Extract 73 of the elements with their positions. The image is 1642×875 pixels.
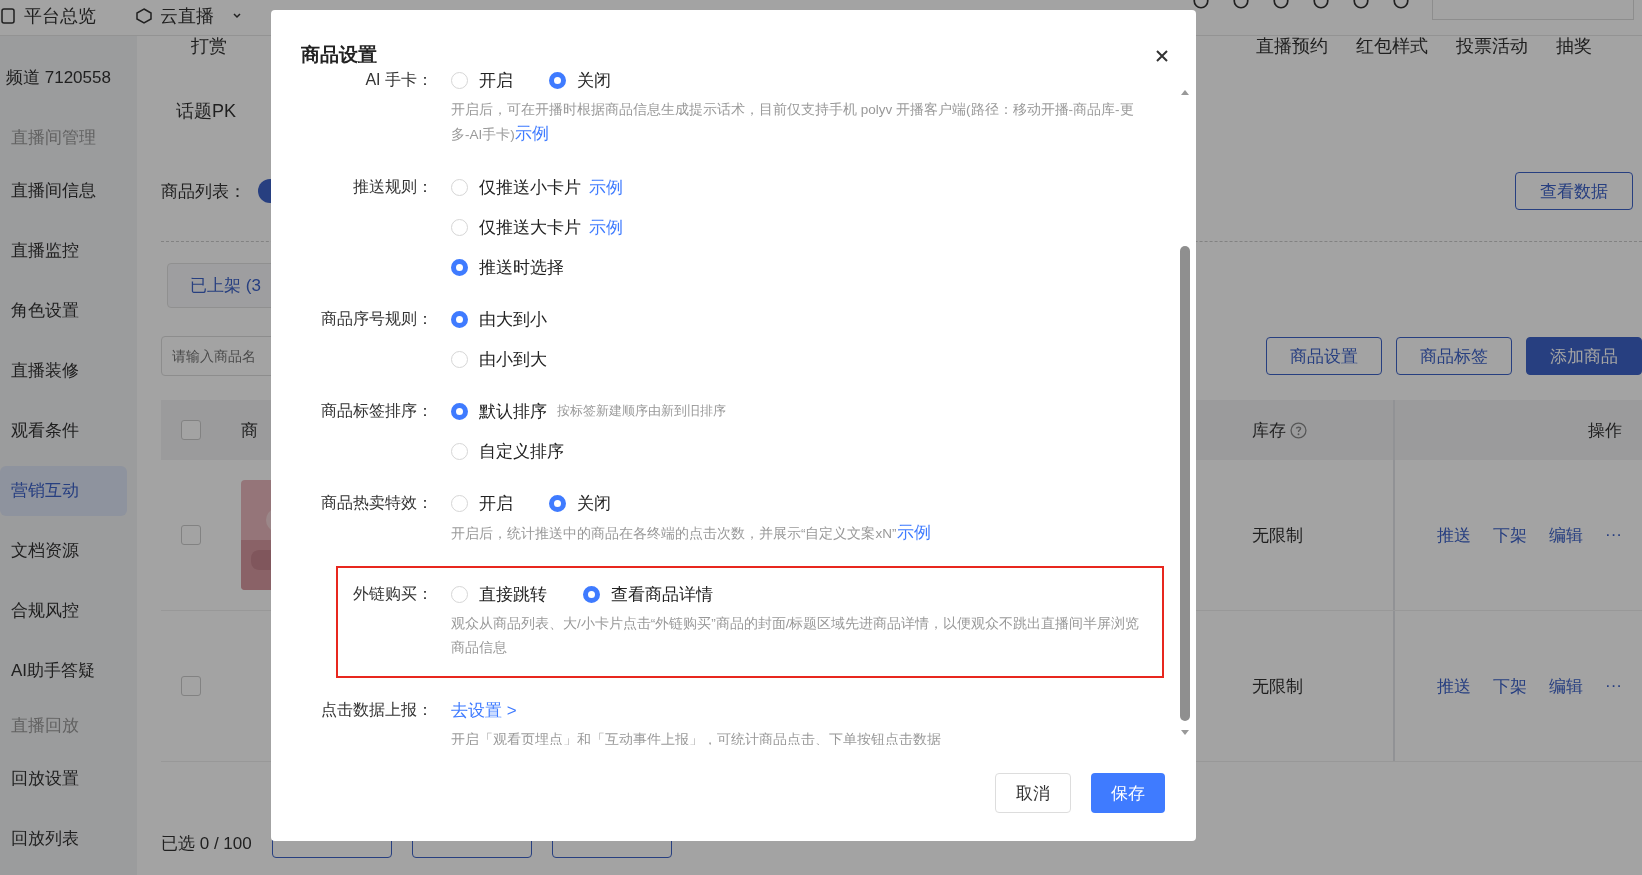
radio-label[interactable]: 开启	[479, 491, 513, 515]
field-label: 点击数据上报：	[320, 700, 433, 720]
sidebar-item[interactable]: 直播监控	[0, 226, 127, 276]
action-link[interactable]: 编辑	[1549, 523, 1583, 547]
feature-tab[interactable]: 打赏	[191, 34, 227, 58]
radio-label[interactable]: 由小到大	[479, 347, 547, 371]
radio-label[interactable]: 开启	[479, 68, 513, 92]
example-link[interactable]: 示例	[589, 215, 623, 239]
action-link[interactable]: 下架	[1493, 523, 1527, 547]
action-link[interactable]: ···	[1605, 525, 1622, 545]
radio-label[interactable]: 关闭	[577, 68, 611, 92]
field-label: 商品标签排序：	[320, 401, 433, 421]
action-link[interactable]: 推送	[1437, 523, 1471, 547]
example-link[interactable]: 示例	[589, 175, 623, 199]
action-link[interactable]: 编辑	[1549, 674, 1583, 698]
column-header: 库存	[1252, 419, 1286, 442]
field-label: AI 手卡：	[364, 70, 433, 90]
radio-label[interactable]: 推送时选择	[479, 255, 564, 279]
column-header: 操作	[1588, 419, 1622, 442]
toolbar-button[interactable]: 商品标签	[1396, 337, 1512, 375]
feature-tab[interactable]: 话题PK	[176, 99, 236, 123]
radio-label[interactable]: 仅推送大卡片	[479, 215, 581, 239]
sidebar-item[interactable]: 回放列表	[0, 814, 127, 864]
sidebar-item[interactable]: 观看条件	[0, 406, 127, 456]
sidebar-item[interactable]: AI助手答疑	[0, 646, 127, 696]
nav-link[interactable]: 云直播	[160, 4, 214, 28]
radio-label[interactable]: 关闭	[577, 491, 611, 515]
nav-link[interactable]: 平台总览	[24, 4, 96, 28]
feature-tab[interactable]: 红包样式	[1356, 34, 1428, 58]
table-cell-text: 无限制	[1252, 675, 1303, 698]
toolbar-button[interactable]: 添加商品	[1526, 337, 1642, 375]
sidebar-item[interactable]: 文档资源	[0, 526, 127, 576]
feature-tab[interactable]: 投票活动	[1456, 34, 1528, 58]
sidebar-item[interactable]: 角色设置	[0, 286, 127, 336]
sidebar-item[interactable]: 直播间信息	[0, 166, 127, 216]
field-hint: 观众从商品列表、大/小卡片点击“外链购买”商品的封面/标题区域先进商品详情，以便观众不跳出直播间半屏浏览商品信息	[451, 615, 1141, 657]
feature-tab[interactable]: 直播预约	[1256, 34, 1328, 58]
radio-label[interactable]: 自定义排序	[479, 439, 564, 463]
column-header: 商	[241, 420, 258, 440]
field-label: 商品序号规则：	[320, 309, 433, 329]
option-note: 按标签新建顺序由新到旧排序	[557, 402, 726, 420]
view-data-button[interactable]: 查看数据	[1515, 172, 1633, 210]
field-hint: 开启后，统计推送中的商品在各终端的点击次数，并展示“自定义文案xN”示例	[451, 522, 932, 544]
toolbar-button[interactable]: 商品设置	[1266, 337, 1382, 375]
radio-label[interactable]: 查看商品详情	[611, 582, 713, 606]
selection-count: 已选 0 / 100	[161, 832, 252, 855]
field-label: 外链购买：	[352, 584, 433, 604]
field-label: 商品热卖特效：	[320, 493, 433, 513]
settings-link[interactable]: 去设置 >	[451, 698, 517, 722]
feature-tab[interactable]: 抽奖	[1556, 34, 1592, 58]
save-button[interactable]: 保存	[1091, 773, 1165, 813]
sidebar-group-title: 直播回放	[10, 715, 80, 737]
action-link[interactable]: 推送	[1437, 674, 1471, 698]
example-link[interactable]: 示例	[896, 523, 931, 542]
sidebar-item[interactable]: 合规风控	[0, 586, 127, 636]
dialog-title: 商品设置	[301, 43, 377, 67]
radio-label[interactable]: 默认排序	[479, 399, 547, 423]
sidebar-item[interactable]: 营销互动	[0, 466, 127, 516]
radio-label[interactable]: 仅推送小卡片	[479, 175, 581, 199]
action-link[interactable]: 下架	[1493, 674, 1527, 698]
cancel-button[interactable]: 取消	[995, 773, 1071, 813]
sidebar-item[interactable]: 回放设置	[0, 754, 127, 804]
action-link[interactable]: ···	[1605, 676, 1622, 696]
product-list-label: 商品列表：	[161, 180, 246, 203]
channel-name: 频道 7120558	[5, 67, 112, 89]
example-link[interactable]: 示例	[514, 124, 549, 143]
sidebar-item[interactable]: 直播装修	[0, 346, 127, 396]
radio-label[interactable]: 由大到小	[479, 307, 547, 331]
table-cell-text: 无限制	[1252, 524, 1303, 547]
radio-label[interactable]: 直接跳转	[479, 582, 547, 606]
sidebar-group-title: 直播间管理	[10, 127, 97, 149]
field-label: 推送规则：	[352, 177, 433, 197]
field-hint: 开启后，可在开播时根据商品信息生成提示话术，目前仅支持手机 polyv 开播客户端(路径：移动开播-商品库-更多-AI手卡)示例	[451, 101, 1135, 145]
